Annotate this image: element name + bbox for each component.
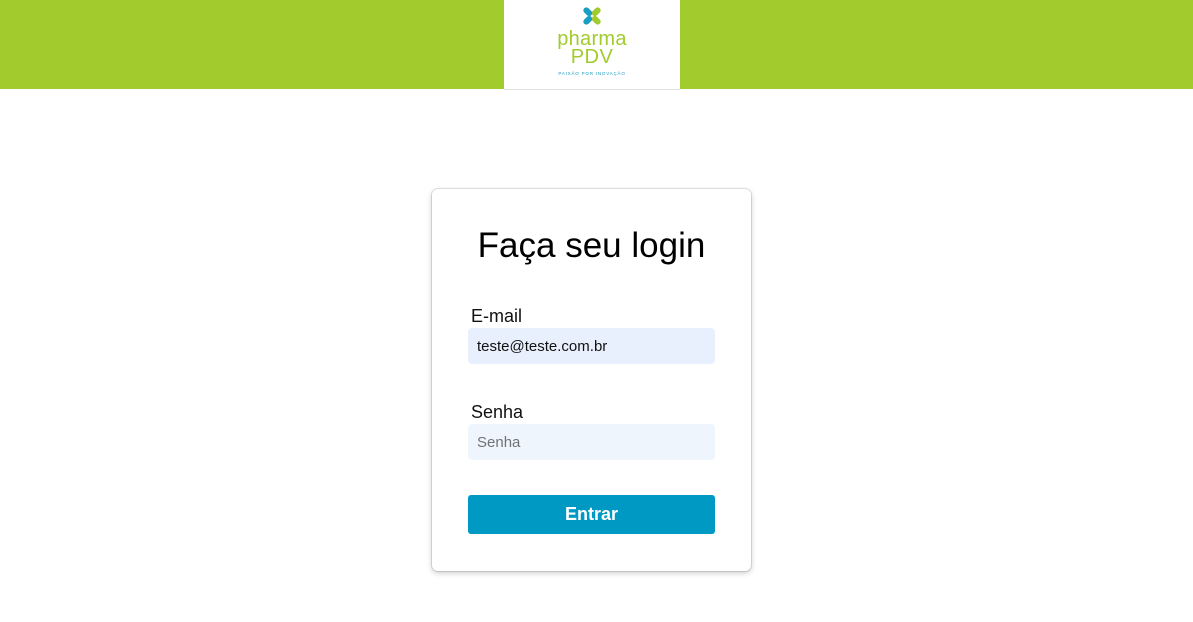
logo-tagline: PAIXÃO POR INOVAÇÃO (558, 71, 626, 76)
email-label: E-mail (471, 306, 523, 326)
email-field[interactable] (468, 328, 715, 364)
login-title: Faça seu login (477, 226, 706, 265)
password-field[interactable] (468, 424, 715, 460)
password-label: Senha (471, 402, 524, 422)
logo-text-pdv: PDV (570, 46, 614, 68)
login-card: Faça seu login E-mail Senha Entrar (432, 189, 751, 571)
cross-logo-icon (583, 7, 601, 25)
login-submit-button[interactable]: Entrar (468, 495, 715, 534)
